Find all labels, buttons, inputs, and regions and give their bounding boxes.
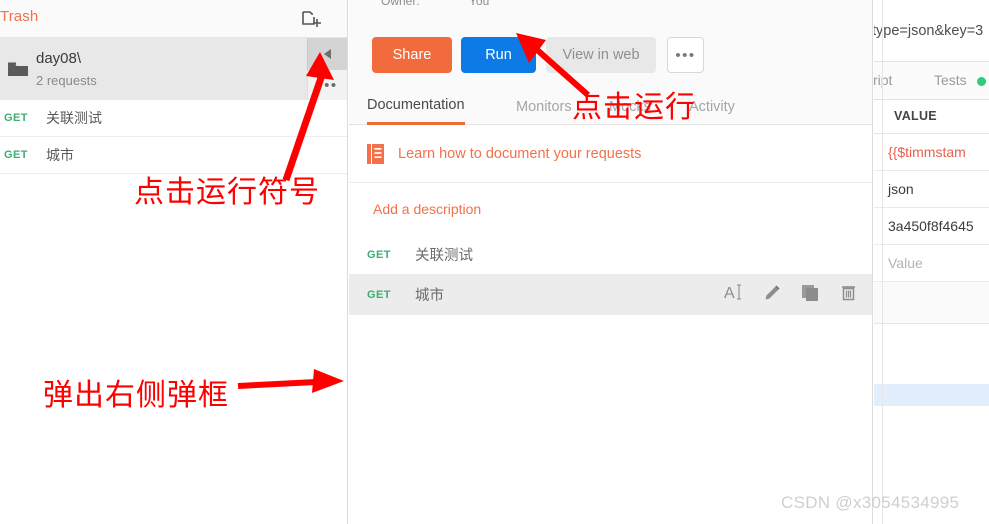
owner-value: You [469, 0, 490, 8]
owner-strip: Owner: You [349, 0, 872, 14]
response-blank-area [874, 324, 989, 384]
table-row[interactable]: 3a450f8f4645 [874, 208, 989, 245]
row-action-group: A [724, 283, 858, 307]
book-icon [367, 143, 384, 164]
owner-label: Owner: [381, 0, 420, 8]
response-highlight-row [874, 384, 989, 406]
request-name: 城市 [46, 147, 74, 163]
list-item[interactable]: GET 关联测试 [0, 100, 347, 137]
watermark: CSDN @x3054534995 [781, 493, 960, 512]
request-name: 城市 [415, 288, 444, 304]
param-value: 3a450f8f4645 [888, 218, 974, 234]
request-method: GET [4, 149, 28, 161]
param-value-placeholder: Value [888, 255, 923, 271]
request-method: GET [4, 112, 28, 124]
learn-documentation-link[interactable]: Learn how to document your requests [398, 146, 641, 162]
learn-documentation-banner[interactable]: Learn how to document your requests [349, 125, 872, 183]
caret-left-icon[interactable] [307, 38, 347, 70]
view-in-web-button[interactable]: View in web [546, 37, 656, 73]
tab-monitors-label: Monitors [516, 98, 572, 115]
param-value: json [888, 181, 914, 197]
url-bar[interactable]: type=json&key=3 [874, 0, 989, 62]
params-table-header: VALUE [874, 100, 989, 134]
documented-request-row[interactable]: GET 关联测试 [349, 235, 872, 274]
tab-pre-request-script[interactable]: cript [874, 72, 892, 88]
tab-monitors[interactable]: Monitors [516, 88, 572, 125]
table-row[interactable]: Value [874, 245, 989, 282]
url-text: type=json&key=3 [874, 23, 984, 39]
table-footer-strip [874, 0, 989, 524]
text-cursor-icon[interactable]: A [724, 283, 744, 306]
more-options-button[interactable]: ••• [667, 37, 704, 73]
action-bar: Share Run View in web ••• [349, 14, 872, 88]
param-value: {{$timmstam [888, 144, 966, 160]
annotation-click-run: 点击运行 [572, 90, 696, 125]
table-row[interactable]: json [874, 171, 989, 208]
folder-icon [8, 62, 28, 77]
folder-texts: day08\ 2 requests [36, 48, 97, 91]
share-button[interactable]: Share [372, 37, 452, 73]
column-header-value: VALUE [894, 109, 937, 123]
request-name: 关联测试 [415, 248, 473, 264]
request-subtab-bar: cript Tests [874, 62, 989, 100]
column-divider [882, 0, 883, 524]
divider [349, 314, 872, 315]
sidebar-topbar: Trash [0, 0, 347, 38]
table-row[interactable]: {{$timmstam [874, 134, 989, 171]
new-folder-icon[interactable] [301, 8, 323, 30]
collection-detail-panel: Owner: You Share Run View in web ••• Doc… [349, 0, 873, 524]
add-description-link[interactable]: Add a description [349, 183, 872, 235]
postman-collection-screen: Trash day08\ 2 requests ••• GET 关联测试 GET… [0, 0, 989, 524]
documented-request-row[interactable]: GET 城市 A [349, 275, 872, 314]
folder-request-count: 2 requests [36, 73, 97, 88]
ellipsis-icon[interactable]: ••• [307, 70, 347, 100]
annotation-click-run-symbol: 点击运行符号 [134, 175, 320, 210]
collection-folder-row[interactable]: day08\ 2 requests ••• [0, 38, 347, 100]
tests-status-dot-icon [977, 77, 986, 86]
tab-tests[interactable]: Tests [934, 72, 967, 88]
annotation-popup-right-panel: 弹出右侧弹框 [43, 378, 229, 413]
request-method: GET [367, 288, 391, 301]
request-name: 关联测试 [46, 110, 102, 126]
sidebar: Trash day08\ 2 requests ••• GET 关联测试 GET… [0, 0, 348, 524]
trash-link[interactable]: Trash [0, 8, 38, 25]
pencil-icon[interactable] [763, 283, 782, 307]
request-method: GET [367, 248, 391, 261]
request-detail-panel: type=json&key=3 cript Tests VALUE {{$tim… [874, 0, 989, 524]
trash-icon[interactable] [839, 283, 858, 307]
svg-text:A: A [724, 285, 735, 301]
tab-documentation-label: Documentation [367, 97, 465, 113]
tab-documentation[interactable]: Documentation [367, 88, 465, 125]
folder-name: day08\ [36, 50, 82, 67]
copy-icon[interactable] [801, 283, 820, 307]
run-button[interactable]: Run [461, 37, 536, 73]
